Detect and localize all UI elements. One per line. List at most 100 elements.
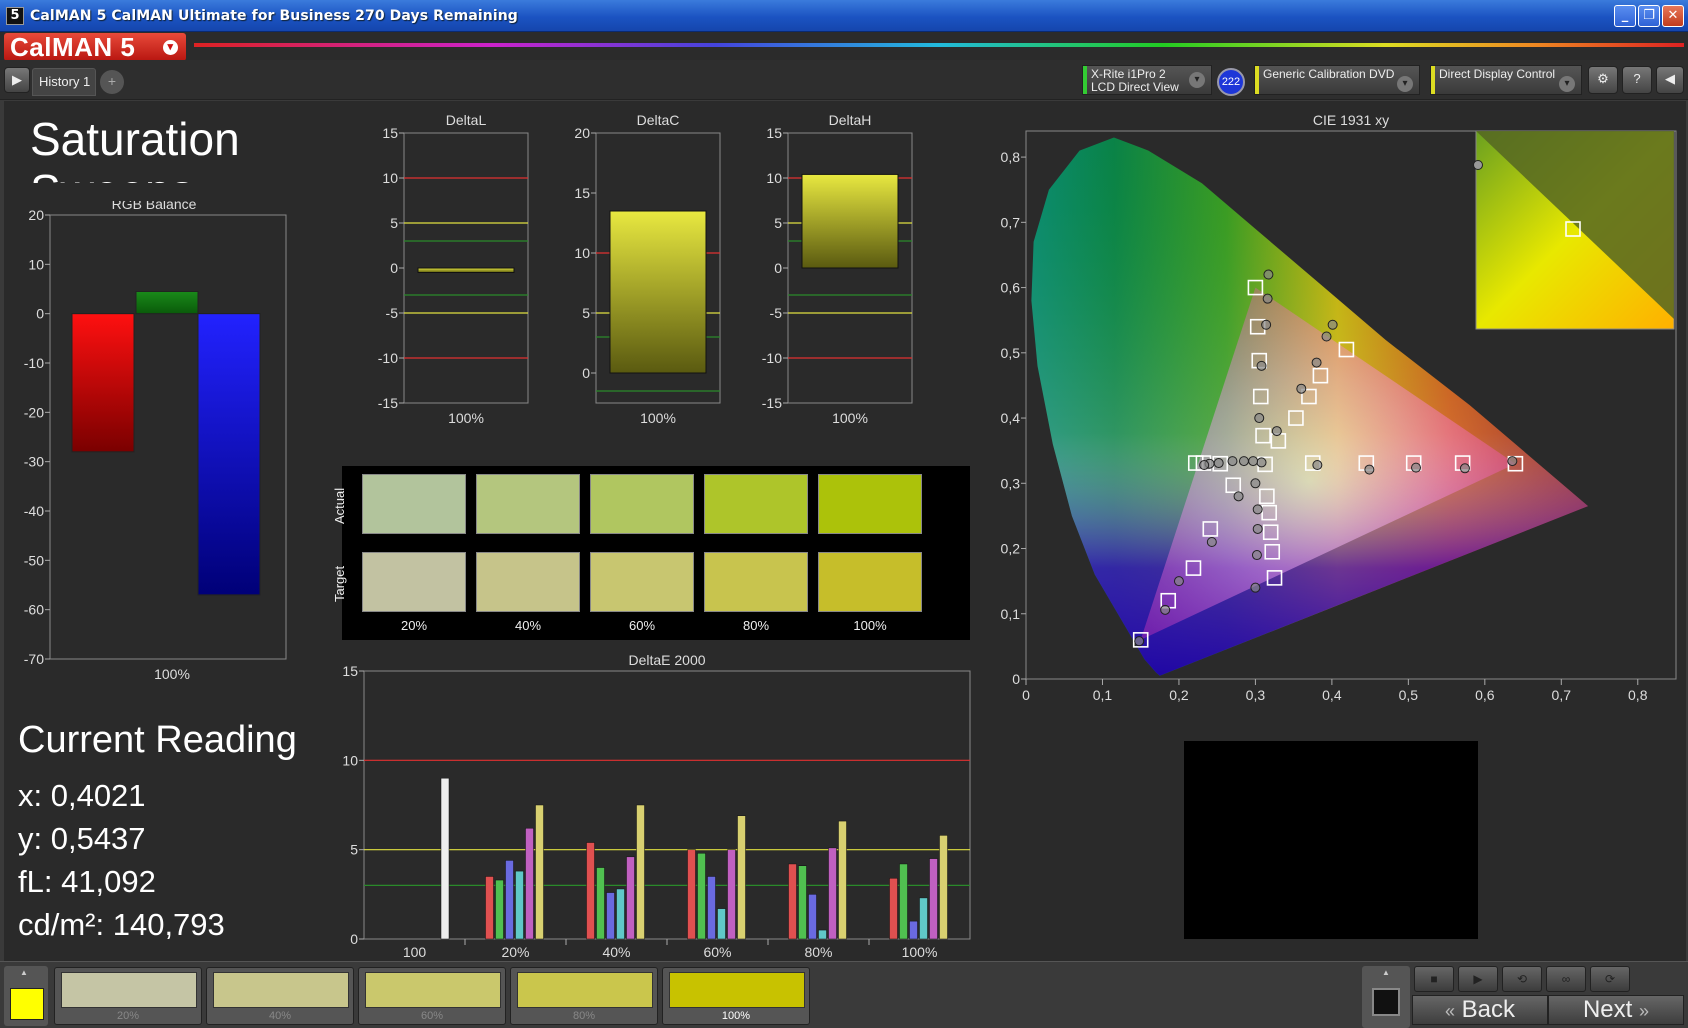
x-tick-label: 100 — [403, 944, 427, 960]
y-tick-label: 5 — [582, 305, 590, 321]
up-arrow-icon: ▲ — [1382, 968, 1390, 977]
y-tick-label: 0,1 — [1001, 606, 1021, 622]
swatch-label: 80% — [742, 618, 770, 633]
y-tick-label: 10 — [342, 752, 358, 768]
patch-tab-60[interactable]: 60% — [358, 967, 506, 1025]
delta-bar — [609, 210, 707, 374]
current-patch[interactable]: ▲ — [4, 966, 48, 1026]
measured-point — [1252, 504, 1263, 515]
restore-button[interactable]: ❐ — [1638, 5, 1660, 27]
de-bar-r — [485, 876, 494, 940]
patch-tab-100[interactable]: 100% — [662, 967, 810, 1025]
patch-tab-40[interactable]: 40% — [206, 967, 354, 1025]
title-bar: 5 CalMAN 5 CalMAN Ultimate for Business … — [0, 0, 1688, 32]
chart-title: CIE 1931 xy — [1313, 112, 1389, 128]
measured-point — [1271, 426, 1282, 437]
tab-history-1[interactable]: History 1 — [32, 68, 96, 96]
y-tick-label: 0 — [390, 260, 398, 276]
refresh-button[interactable]: ⟳ — [1590, 966, 1630, 992]
window-title: CalMAN 5 CalMAN Ultimate for Business 27… — [30, 8, 518, 24]
y-tick-label: 0,3 — [1001, 475, 1021, 491]
patch-tab-color — [365, 972, 501, 1008]
gear-icon[interactable]: ⚙ — [1588, 66, 1618, 94]
de-bar-c — [919, 897, 928, 940]
y-tick-label: 0,8 — [1001, 149, 1021, 165]
de-bar-g — [899, 863, 908, 940]
source-selector[interactable]: Generic Calibration DVD ▾ — [1254, 65, 1420, 95]
de-bar-r — [687, 849, 696, 940]
app-icon: 5 — [6, 7, 24, 25]
continuous-button[interactable]: ∞ — [1546, 966, 1586, 992]
measured-point — [1173, 576, 1184, 587]
measured-point — [1238, 456, 1249, 467]
delta-bar — [417, 267, 515, 273]
target-swatch — [590, 552, 694, 612]
collapse-icon[interactable]: ◀ — [1656, 66, 1684, 94]
bar-g — [135, 290, 199, 315]
de-bar-b — [707, 876, 716, 940]
y-tick-label: 15 — [574, 185, 590, 201]
y-tick-label: 0,6 — [1001, 280, 1021, 296]
rgb-balance-chart: RGB Balance 20 10 0 -10 -20 -30 -40 -50 -60 -70 100… — [24, 201, 287, 682]
add-tab-button[interactable]: + — [100, 70, 124, 94]
minimize-button[interactable]: _ — [1614, 5, 1636, 27]
patch-tab-label: 20% — [116, 1010, 140, 1022]
current-reading-panel: Current Reading x: 0,4021 y: 0,5437 fL: … — [18, 719, 297, 946]
help-icon[interactable]: ? — [1622, 66, 1652, 94]
rainbow-divider — [194, 43, 1684, 47]
measured-point — [1251, 550, 1262, 561]
calman-menu-button[interactable]: CalMAN 5 ▾ — [4, 33, 186, 61]
de-bar-m — [929, 858, 938, 940]
close-button[interactable]: ✕ — [1662, 5, 1684, 27]
delta-h-chart: DeltaH 15 10 5 0 -5 -10 -15 100% — [762, 112, 913, 426]
y-tick-label: 0 — [350, 931, 358, 947]
measured-point — [1213, 458, 1224, 469]
actual-swatch — [590, 474, 694, 534]
plot-area — [363, 670, 971, 940]
actual-swatch — [818, 474, 922, 534]
de-bar-b — [909, 920, 918, 940]
back-label: Back — [1461, 996, 1516, 1023]
y-tick-label: -40 — [24, 503, 44, 519]
next-button[interactable]: Next » — [1548, 995, 1684, 1025]
brand-bar: CalMAN 5 ▾ — [0, 32, 1688, 61]
patch-tab-color — [517, 972, 653, 1008]
de-bar-m — [525, 827, 534, 940]
stop-button[interactable]: ■ — [1414, 966, 1454, 992]
bottom-bar: ▲ 20% 40% 60% 80% 100% ▲ ■ ▶ ⟲ ∞ ⟳ « Back Ne… — [0, 961, 1688, 1028]
meter-count-badge[interactable]: 222 — [1217, 68, 1245, 96]
target-swatch — [362, 552, 466, 612]
measured-point — [1296, 383, 1307, 394]
patch-color — [10, 988, 44, 1020]
patch-tab-label: 100% — [721, 1010, 751, 1022]
de-bar-r — [788, 863, 797, 940]
stop-icon — [1372, 988, 1400, 1016]
de-bar-b — [505, 860, 514, 940]
swatch-label: 100% — [853, 618, 887, 633]
measured-point — [1256, 457, 1267, 468]
meter-selector[interactable]: X-Rite i1Pro 2 LCD Direct View ▾ — [1082, 65, 1212, 95]
de-bar-w — [440, 777, 450, 940]
reading-y: y: 0,5437 — [18, 821, 146, 856]
x-tick-label: 0,5 — [1399, 687, 1419, 703]
play-icon[interactable]: ▶ — [4, 67, 30, 93]
back-button[interactable]: « Back — [1412, 995, 1548, 1025]
measured-point — [1459, 463, 1470, 474]
y-tick-label: 20 — [574, 125, 590, 141]
y-tick-label: -10 — [378, 350, 398, 366]
de-bar-y — [737, 815, 746, 940]
chevron-down-icon: ▾ — [163, 40, 178, 55]
y-tick-label: -60 — [24, 602, 44, 618]
chart-title: DeltaC — [637, 112, 680, 128]
de-bar-r — [586, 842, 595, 940]
color-swatch-panel: Actual Target 20% 40% 60% 80% 100% — [332, 466, 970, 640]
x-tick-label: 0,2 — [1169, 687, 1189, 703]
play-button[interactable]: ▶ — [1458, 966, 1498, 992]
stop-toggle[interactable]: ▲ — [1362, 966, 1410, 1028]
bar-b — [197, 313, 261, 596]
patch-tab-20[interactable]: 20% — [54, 967, 202, 1025]
loop-once-button[interactable]: ⟲ — [1502, 966, 1542, 992]
page-title: Saturation Sweeps — [30, 113, 240, 183]
patch-tab-80[interactable]: 80% — [510, 967, 658, 1025]
display-selector[interactable]: Direct Display Control ▾ — [1430, 65, 1582, 95]
